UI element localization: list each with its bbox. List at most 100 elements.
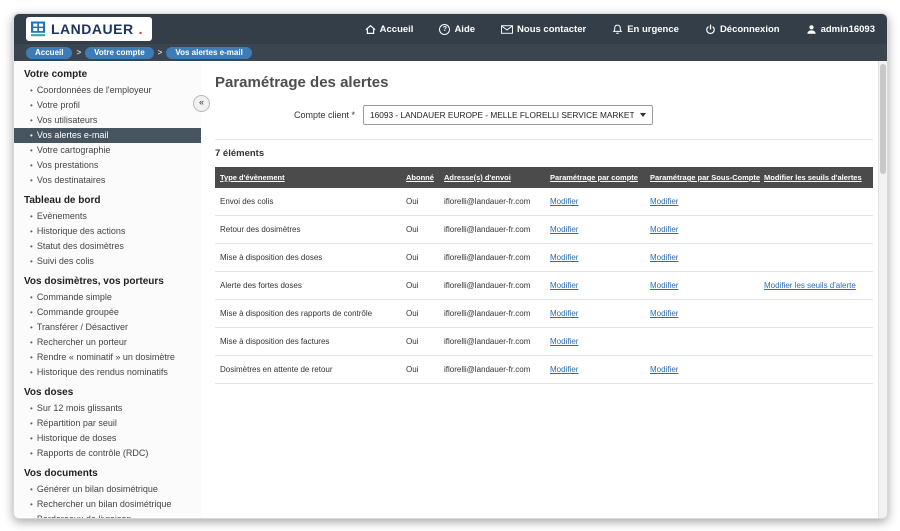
sidebar-item[interactable]: Rechercher un bilan dosimétrique	[24, 497, 195, 512]
nav-item-user[interactable]: admin16093	[806, 24, 875, 35]
landauer-logo[interactable]: LANDAUER .	[26, 17, 152, 41]
sidebar-item-label: Historique des actions	[37, 226, 126, 238]
sidebar-section-list: Sur 12 mois glissantsRépartition par seu…	[24, 401, 195, 461]
sidebar-item[interactable]: Vos utilisateurs	[24, 113, 195, 128]
sidebar-section-title: Vos dosimètres, vos porteurs	[24, 276, 195, 287]
row-account-cell: Modifier	[545, 300, 645, 328]
sidebar-item[interactable]: Suivi des colis	[24, 254, 195, 269]
sidebar-item[interactable]: Votre cartographie	[24, 143, 195, 158]
sidebar-item[interactable]: Vos alertes e-mail	[14, 128, 201, 143]
row-address: iflorelli@landauer-fr.com	[444, 253, 530, 262]
nav-item-contact[interactable]: Nous contacter	[501, 24, 586, 35]
row-account-modify-link[interactable]: Modifier	[550, 365, 578, 374]
row-subaccount-modify-link[interactable]: Modifier	[650, 309, 678, 318]
vertical-scrollbar[interactable]	[878, 61, 887, 518]
row-address: iflorelli@landauer-fr.com	[444, 225, 530, 234]
sidebar-item[interactable]: Evènements	[24, 209, 195, 224]
alerts-table: Type d'évènement Abonné Adresse(s) d'env…	[215, 167, 873, 384]
row-type: Dosimètres en attente de retour	[220, 365, 333, 374]
sidebar-item[interactable]: Transférer / Désactiver	[24, 320, 195, 335]
sidebar-section-list: Commande simpleCommande groupéeTransfére…	[24, 290, 195, 380]
row-threshold-modify-link[interactable]: Modifier les seuils d'alerte	[764, 281, 856, 290]
row-subscribed-cell: Oui	[401, 328, 439, 356]
row-subaccount-modify-link[interactable]: Modifier	[650, 365, 678, 374]
row-account-cell: Modifier	[545, 244, 645, 272]
sidebar-section-title: Tableau de bord	[24, 195, 195, 206]
row-address-cell: iflorelli@landauer-fr.com	[439, 188, 545, 216]
sidebar-item-label: Votre profil	[37, 100, 80, 112]
row-subscribed-cell: Oui	[401, 300, 439, 328]
row-account-cell: Modifier	[545, 188, 645, 216]
sidebar-item-label: Rendre « nominatif » un dosimètre	[37, 352, 175, 364]
col-header-address[interactable]: Adresse(s) d'envoi	[439, 167, 545, 188]
sidebar-item[interactable]: Statut des dosimètres	[24, 239, 195, 254]
sidebar-item[interactable]: Historique des rendus nominatifs	[24, 365, 195, 380]
row-account-modify-link[interactable]: Modifier	[550, 281, 578, 290]
row-subaccount-modify-link[interactable]: Modifier	[650, 225, 678, 234]
sidebar-item[interactable]: Rechercher un porteur	[24, 335, 195, 350]
row-subaccount-cell: Modifier	[645, 244, 759, 272]
user-icon	[806, 24, 817, 35]
row-account-modify-link[interactable]: Modifier	[550, 309, 578, 318]
sidebar-item[interactable]: Historique des actions	[24, 224, 195, 239]
nav-item-emergency[interactable]: En urgence	[612, 24, 679, 35]
row-type-cell: Mise à disposition des doses	[215, 244, 401, 272]
sidebar-item[interactable]: Vos prestations	[24, 158, 195, 173]
row-type: Mise à disposition des rapports de contr…	[220, 309, 372, 318]
row-address-cell: iflorelli@landauer-fr.com	[439, 356, 545, 384]
row-account-cell: Modifier	[545, 216, 645, 244]
row-account-modify-link[interactable]: Modifier	[550, 197, 578, 206]
sidebar-item[interactable]: Rendre « nominatif » un dosimètre	[24, 350, 195, 365]
col-header-type[interactable]: Type d'évènement	[215, 167, 401, 188]
row-type-cell: Envoi des colis	[215, 188, 401, 216]
app-window: LANDAUER . Accueil Aide Nous contacter	[13, 13, 888, 519]
col-header-account[interactable]: Paramétrage par compte	[545, 167, 645, 188]
sidebar-item[interactable]: Répartition par seuil	[24, 416, 195, 431]
sidebar-item[interactable]: Sur 12 mois glissants	[24, 401, 195, 416]
sidebar-section-list: Evènements Historique des actionsStatut d…	[24, 209, 195, 269]
row-subaccount-modify-link[interactable]: Modifier	[650, 197, 678, 206]
breadcrumb-item-home[interactable]: Accueil	[26, 47, 72, 59]
sidebar-item[interactable]: Générer un bilan dosimétrique	[24, 482, 195, 497]
scrollbar-thumb[interactable]	[880, 64, 886, 174]
row-subaccount-modify-link[interactable]: Modifier	[650, 281, 678, 290]
sidebar-item[interactable]: Bordereaux de livraison	[24, 512, 195, 519]
sidebar-item-label: Commande simple	[37, 292, 112, 304]
sidebar-item[interactable]: Votre profil	[24, 98, 195, 113]
sidebar-item[interactable]: Commande groupée	[24, 305, 195, 320]
row-address: iflorelli@landauer-fr.com	[444, 197, 530, 206]
breadcrumb-item-account[interactable]: Votre compte	[85, 47, 154, 59]
sidebar-item-label: Votre cartographie	[37, 145, 111, 157]
sidebar-item[interactable]: Commande simple	[24, 290, 195, 305]
sidebar-section: Vos dosimètres, vos porteurs Commande si…	[24, 276, 195, 380]
row-account-modify-link[interactable]: Modifier	[550, 253, 578, 262]
nav-item-logout[interactable]: Déconnexion	[705, 24, 780, 35]
col-header-thresholds[interactable]: Modifier les seuils d'alertes	[759, 167, 873, 188]
col-header-subaccount[interactable]: Paramétrage par Sous-Compte	[645, 167, 759, 188]
sidebar-item[interactable]: Rapports de contrôle (RDC)	[24, 446, 195, 461]
row-subscribed-cell: Oui	[401, 188, 439, 216]
sidebar-collapse-button[interactable]: «	[193, 95, 210, 112]
nav-item-label: En urgence	[627, 24, 679, 35]
row-type-cell: Dosimètres en attente de retour	[215, 356, 401, 384]
sidebar-section-title: Votre compte	[24, 69, 195, 80]
row-subaccount-modify-link[interactable]: Modifier	[650, 253, 678, 262]
breadcrumb-item-alerts[interactable]: Vos alertes e-mail	[166, 47, 251, 59]
sidebar-item[interactable]: Coordonnées de l'employeur	[24, 83, 195, 98]
row-account-modify-link[interactable]: Modifier	[550, 337, 578, 346]
row-address: iflorelli@landauer-fr.com	[444, 309, 530, 318]
nav-item-home[interactable]: Accueil	[365, 24, 414, 35]
bell-icon	[612, 24, 623, 35]
main-panel: Paramétrage des alertes Compte client * …	[201, 61, 887, 516]
row-subscribed: Oui	[406, 281, 418, 290]
row-account-modify-link[interactable]: Modifier	[550, 225, 578, 234]
row-subscribed: Oui	[406, 197, 418, 206]
row-subscribed-cell: Oui	[401, 216, 439, 244]
sidebar-item[interactable]: Vos destinataires	[24, 173, 195, 188]
sidebar-item-label: Générer un bilan dosimétrique	[37, 484, 158, 496]
sidebar-item-label: Historique des rendus nominatifs	[37, 367, 168, 379]
col-header-subscribed[interactable]: Abonné	[401, 167, 439, 188]
sidebar-item[interactable]: Historique de doses	[24, 431, 195, 446]
nav-item-help[interactable]: Aide	[439, 24, 475, 35]
client-account-select[interactable]: 16093 - LANDAUER EUROPE - MELLE FLORELLI…	[363, 105, 653, 125]
